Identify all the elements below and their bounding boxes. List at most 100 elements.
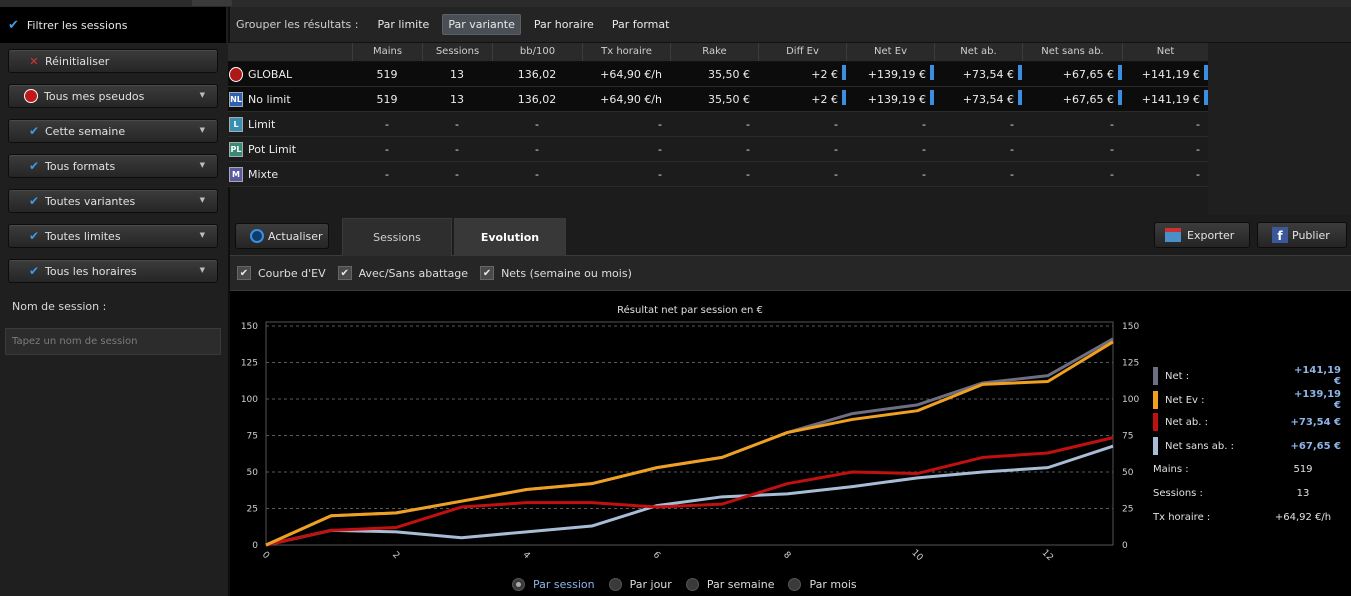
radio-indicator	[788, 578, 802, 591]
table-cell: -	[422, 118, 492, 131]
column-header[interactable]: Diff Ev	[758, 43, 846, 61]
group-by-limit-button[interactable]: Par limite	[372, 15, 434, 34]
checkmark-icon: ✔	[480, 266, 495, 280]
column-header[interactable]: Net Ev	[846, 43, 934, 61]
session-name-label: Nom de session :	[12, 300, 107, 313]
stat-label: Mains :	[1153, 464, 1189, 475]
row-name-cell: M Mixte	[228, 166, 352, 182]
group-by-format-button[interactable]: Par format	[607, 15, 675, 34]
table-row[interactable]: L Limit - - - - - - - - - -	[228, 112, 1208, 137]
table-row[interactable]: GLOBAL 519 13 136,02 +64,90 €/h 35,50 € +2 € +1…	[228, 62, 1208, 87]
table-cell: -	[352, 143, 422, 156]
row-name: Mixte	[248, 167, 279, 181]
cell-value: -	[1110, 142, 1114, 156]
group-by-label: Grouper les résultats :	[236, 18, 359, 31]
column-header[interactable]: bb/100	[492, 43, 582, 61]
radio-per-month[interactable]: Par mois	[788, 578, 857, 591]
table-cell: +64,90 €/h	[582, 68, 670, 81]
table-cell: -	[758, 143, 846, 156]
sidebar: ✔ Filtrer les sessions ✕ Réinitialiser T…	[0, 7, 230, 596]
column-header[interactable]: Sessions	[422, 43, 492, 61]
reset-label: Réinitialiser	[45, 54, 110, 68]
column-header[interactable]: Rake	[670, 43, 758, 61]
radio-per-week[interactable]: Par semaine	[685, 578, 774, 591]
cell-value: 13	[450, 92, 464, 106]
filter-limits-dropdown[interactable]: ✔ Toutes limites ▼	[8, 224, 218, 248]
row-name: GLOBAL	[248, 67, 293, 81]
radio-per-day[interactable]: Par jour	[608, 578, 672, 591]
refresh-button[interactable]: Actualiser	[235, 223, 329, 249]
table-cell: -	[758, 168, 846, 181]
cell-value: -	[746, 167, 750, 181]
chevron-down-icon: ▼	[199, 231, 205, 239]
publish-button[interactable]: f Publier	[1257, 222, 1347, 248]
cell-value: -	[834, 167, 838, 181]
granularity-radio-group: Par session Par jour Par semaine Par moi…	[512, 578, 871, 591]
cell-value: 35,50 €	[708, 92, 750, 106]
filter-hours-dropdown[interactable]: ✔ Tous les horaires ▼	[8, 259, 218, 283]
top-tab[interactable]	[192, 0, 232, 6]
cell-value: -	[1010, 117, 1014, 131]
tab-sessions[interactable]: Sessions	[342, 218, 452, 256]
cell-value: -	[834, 117, 838, 131]
cell-value: -	[535, 167, 539, 181]
radio-per-session[interactable]: Par session	[512, 578, 595, 591]
checkmark-icon: ✔	[8, 17, 19, 33]
column-header[interactable]: Mains	[352, 43, 422, 61]
reset-button[interactable]: ✕ Réinitialiser	[8, 49, 218, 73]
checkmark-icon: ✔	[28, 264, 40, 278]
cell-value: 136,02	[517, 67, 557, 81]
column-header[interactable]: Net ab.	[934, 43, 1022, 61]
cell-value: -	[535, 117, 539, 131]
filter-pseudos-dropdown[interactable]: Tous mes pseudos ▼	[8, 84, 218, 108]
cell-value: -	[1196, 167, 1200, 181]
table-row[interactable]: M Mixte - - - - - - - - - -	[228, 162, 1208, 187]
cell-value: 519	[376, 67, 398, 81]
sidebar-title[interactable]: ✔ Filtrer les sessions	[0, 7, 226, 43]
table-row[interactable]: NL No limit 519 13 136,02 +64,90 €/h 35,50 € +2…	[228, 87, 1208, 112]
ev-curve-checkbox[interactable]: ✔ Courbe d'EV	[237, 266, 326, 280]
cell-value: 13	[450, 67, 464, 81]
rakeback-checkbox[interactable]: ✔ Avec/Sans abattage	[337, 266, 468, 280]
tab-evolution[interactable]: Evolution	[454, 218, 566, 256]
table-cell: +141,19 €	[1122, 64, 1208, 81]
option-label: Nets (semaine ou mois)	[501, 266, 632, 280]
filter-variants-dropdown[interactable]: ✔ Toutes variantes ▼	[8, 189, 218, 213]
table-cell: -	[846, 168, 934, 181]
filter-period-dropdown[interactable]: ✔ Cette semaine ▼	[8, 119, 218, 143]
checkmark-icon: ✔	[237, 266, 251, 280]
table-cell: -	[1122, 118, 1208, 131]
table-cell: -	[670, 118, 758, 131]
filter-formats-dropdown[interactable]: ✔ Tous formats ▼	[8, 154, 218, 178]
close-icon: ✕	[29, 54, 39, 68]
legend-label: Net sans ab. :	[1165, 440, 1234, 452]
group-by-hour-button[interactable]: Par horaire	[529, 15, 599, 34]
table-cell: -	[1022, 168, 1122, 181]
group-by-variant-button[interactable]: Par variante	[442, 14, 521, 35]
table-cell: 13	[422, 93, 492, 106]
cell-value: +67,65 €	[1062, 92, 1114, 106]
table-cell: -	[582, 118, 670, 131]
legend-value: +141,19 €	[1294, 365, 1341, 387]
filter-label: Tous les horaires	[45, 264, 137, 278]
column-header[interactable]: Net	[1122, 43, 1208, 61]
results-table: Mains Sessions bb/100 Tx horaire Rake Di…	[228, 43, 1208, 187]
column-header[interactable]: Tx horaire	[582, 43, 670, 61]
radio-label: Par jour	[629, 578, 672, 591]
column-header[interactable]: Net sans ab.	[1022, 43, 1122, 61]
row-name-cell: NL No limit	[228, 91, 352, 107]
table-body: GLOBAL 519 13 136,02 +64,90 €/h 35,50 € +2 € +1…	[228, 62, 1208, 187]
legend-net-ab: Net ab. : +73,54 €	[1153, 413, 1341, 431]
table-cell: -	[670, 143, 758, 156]
radio-indicator	[608, 578, 622, 591]
table-row[interactable]: PL Pot Limit - - - - - - - - - -	[228, 137, 1208, 162]
net-period-checkbox[interactable]: ✔ Nets (semaine ou mois)	[480, 266, 632, 280]
table-cell: 519	[352, 93, 422, 106]
table-cell: 35,50 €	[670, 68, 758, 81]
chevron-down-icon: ▼	[199, 196, 205, 204]
cell-value: -	[535, 142, 539, 156]
session-name-input[interactable]	[5, 328, 221, 355]
stat-hands: Mains : 519	[1153, 464, 1341, 475]
export-button[interactable]: Exporter	[1154, 222, 1250, 248]
cell-value: -	[658, 167, 662, 181]
